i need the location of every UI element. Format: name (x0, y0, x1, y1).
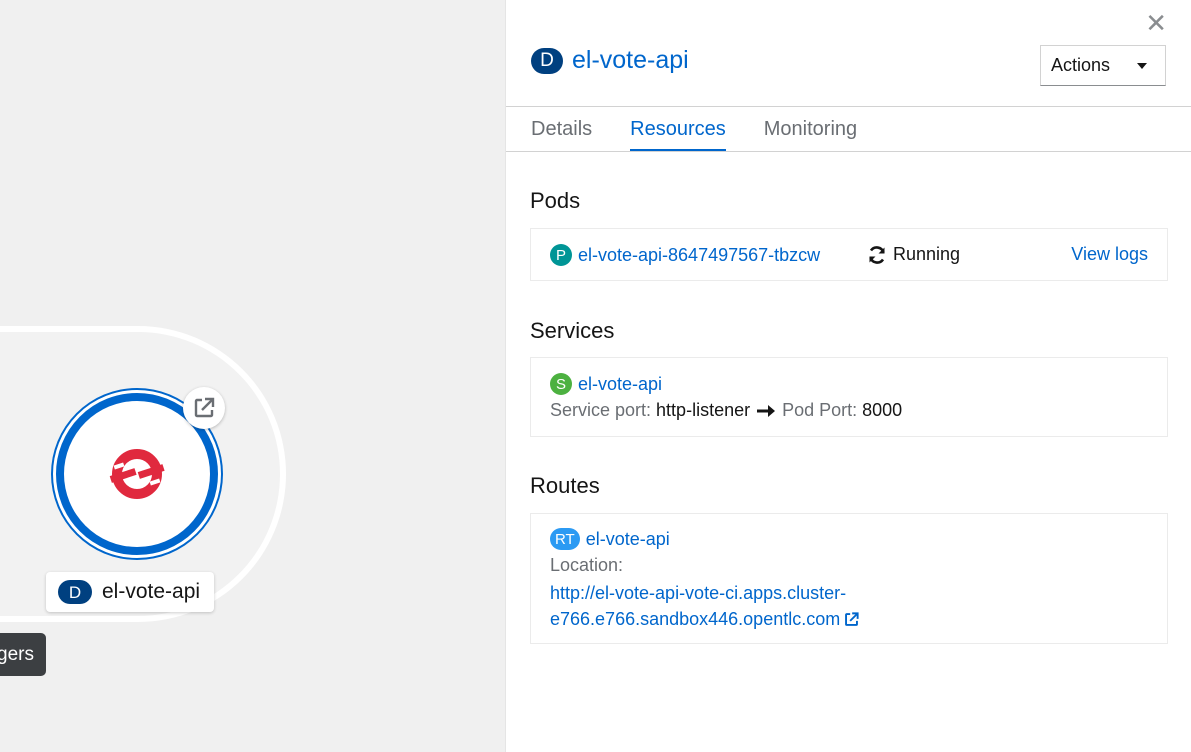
long-arrow-right-icon (757, 404, 776, 417)
external-link-icon (845, 612, 859, 626)
services-heading: Services (530, 318, 615, 343)
list-item: RT el-vote-api Location: http://el-vote-… (530, 513, 1168, 644)
list-item: P el-vote-api-8647497567-tbzcw Running V… (530, 228, 1168, 281)
pods-heading: Pods (530, 188, 581, 213)
tab-bar: Details Resources Monitoring (531, 106, 857, 152)
pod-badge: P (550, 244, 572, 266)
list-item: S el-vote-api Service port: http-listene… (530, 357, 1168, 437)
page-title[interactable]: el-vote-api (572, 46, 689, 75)
pod-port-value: 8000 (862, 400, 903, 420)
location-label: Location: (550, 555, 624, 575)
route-url-link[interactable]: http://el-vote-api-vote-ci.apps.cluster-… (550, 580, 880, 632)
service-port-value: http-listener (656, 400, 751, 420)
node-label[interactable]: D el-vote-api (46, 572, 215, 612)
divider (506, 151, 1191, 152)
node-name: el-vote-api (102, 580, 201, 603)
actions-dropdown[interactable]: Actions (1040, 45, 1166, 86)
side-panel: ✕ D el-vote-api Actions Details Resource… (505, 0, 1191, 752)
service-ports: Service port: http-listener Pod Port: 80… (550, 400, 902, 421)
view-logs-link[interactable]: View logs (1071, 244, 1148, 265)
deployment-badge: D (531, 47, 563, 74)
routes-heading: Routes (530, 473, 600, 498)
pod-port-label: Pod Port: (782, 400, 858, 420)
tooltip: gers (0, 633, 46, 676)
status-text: Running (893, 244, 961, 264)
deployment-badge: D (58, 580, 92, 604)
topology-canvas[interactable]: D el-vote-api gers (0, 0, 505, 752)
external-link-icon (194, 397, 215, 418)
service-port-label: Service port: (550, 400, 652, 420)
tooltip-text: gers (0, 643, 34, 665)
sync-icon (869, 245, 885, 264)
openshift-logo-icon (109, 449, 165, 499)
route-url-line1: http://el-vote-api-vote-ci.apps.cluster- (550, 583, 847, 603)
service-badge: S (550, 373, 572, 395)
route-link[interactable]: el-vote-api (586, 529, 670, 550)
tab-monitoring[interactable]: Monitoring (764, 106, 857, 152)
pod-link[interactable]: el-vote-api-8647497567-tbzcw (578, 245, 820, 266)
caret-down-icon (1137, 62, 1147, 69)
route-url-line2: e766.e766.sandbox446.opentlc.com (550, 609, 841, 629)
route-badge: RT (550, 528, 580, 550)
tab-resources[interactable]: Resources (630, 106, 726, 152)
panel-header: D el-vote-api (531, 46, 689, 75)
close-icon[interactable]: ✕ (1145, 8, 1167, 39)
pod-status: Running (867, 244, 960, 265)
actions-label: Actions (1051, 55, 1111, 75)
open-url-decorator[interactable] (183, 387, 225, 429)
tab-details[interactable]: Details (531, 106, 592, 152)
service-link[interactable]: el-vote-api (578, 374, 662, 395)
